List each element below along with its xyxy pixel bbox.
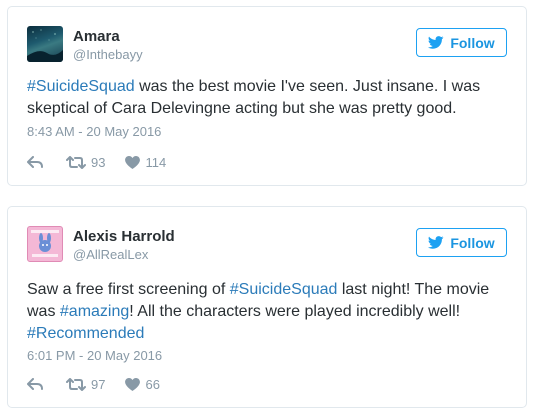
reply-arrow-icon <box>27 378 43 390</box>
user-name[interactable]: Amara <box>73 28 120 45</box>
bird-icon <box>428 236 444 249</box>
hashtag-link[interactable]: #SuicideSquad <box>27 78 135 95</box>
tweet-card: Amara @Inthebayy Follow #SuicideSquad wa… <box>7 6 527 186</box>
tweet-card: Alexis Harrold @AllRealLex Follow Saw a … <box>7 206 527 408</box>
follow-button[interactable]: Follow <box>416 28 507 57</box>
retweet-button[interactable]: 93 <box>66 155 105 170</box>
retweet-count: 97 <box>91 377 106 392</box>
reply-button[interactable] <box>27 156 43 169</box>
hashtag-link[interactable]: #amazing <box>60 303 129 320</box>
tweet-text-segment: Saw a free first screening of <box>27 281 230 298</box>
tweet-timestamp[interactable]: 8:43 AM - 20 May 2016 <box>27 124 161 139</box>
tweet-text-segment: ! All the characters were played incredi… <box>129 303 461 320</box>
reply-button[interactable] <box>27 378 43 391</box>
avatar[interactable] <box>27 226 63 262</box>
tweet-text: #SuicideSquad was the best movie I've se… <box>27 76 512 120</box>
user-handle[interactable]: @AllRealLex <box>73 247 148 262</box>
like-button[interactable]: 114 <box>125 155 166 170</box>
avatar[interactable] <box>27 26 63 62</box>
tweet-actions: 97 66 <box>27 377 160 392</box>
tweet-text: Saw a free first screening of #SuicideSq… <box>27 279 512 345</box>
heart-icon <box>125 156 141 169</box>
hashtag-link[interactable]: #SuicideSquad <box>230 281 338 298</box>
like-count: 114 <box>145 155 167 170</box>
retweet-icon <box>66 156 86 169</box>
tweet-actions: 93 114 <box>27 155 166 170</box>
heart-icon <box>125 378 141 391</box>
like-count: 66 <box>145 377 160 392</box>
reply-arrow-icon <box>27 156 43 168</box>
pink-bunny-avatar-image <box>31 230 59 257</box>
user-handle[interactable]: @Inthebayy <box>73 47 143 62</box>
follow-label: Follow <box>450 34 495 51</box>
night-sky-avatar-image <box>27 29 63 62</box>
retweet-count: 93 <box>91 155 106 170</box>
like-button[interactable]: 66 <box>125 377 160 392</box>
tweet-timestamp[interactable]: 6:01 PM - 20 May 2016 <box>27 348 162 363</box>
follow-button[interactable]: Follow <box>416 228 507 257</box>
bird-icon <box>428 36 444 49</box>
retweet-button[interactable]: 97 <box>66 377 105 392</box>
user-name[interactable]: Alexis Harrold <box>73 228 175 245</box>
retweet-icon <box>66 378 86 391</box>
hashtag-link[interactable]: #Recommended <box>27 325 144 342</box>
follow-label: Follow <box>450 234 495 251</box>
